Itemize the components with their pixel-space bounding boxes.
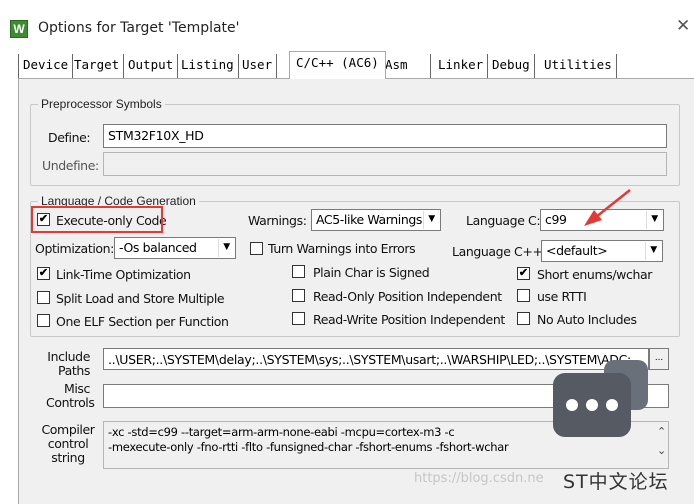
split-load-store-label: Split Load and Store Multiple: [56, 291, 225, 306]
red-arrow-annotation: [584, 189, 631, 226]
undefine-input[interactable]: [103, 152, 667, 176]
compiler-control-label: Compiler control string: [40, 423, 96, 465]
no-auto-includes-checkbox[interactable]: [517, 312, 530, 325]
chevron-down-icon[interactable]: ▼: [218, 239, 234, 257]
arrow-shaft: [595, 189, 631, 218]
warnings-value: AC5-like Warnings: [316, 212, 423, 227]
compiler-control-label-line3: string: [51, 450, 85, 465]
language-c-value: c99: [545, 212, 567, 227]
app-icon: W: [10, 20, 28, 38]
plain-char-signed-checkbox[interactable]: [292, 265, 305, 278]
chevron-down-icon[interactable]: ▼: [646, 211, 662, 229]
define-input[interactable]: STM32F10X_HD: [103, 124, 667, 148]
chat-dot: [586, 399, 598, 411]
include-paths-input[interactable]: ..\USER;..\SYSTEM\delay;..\SYSTEM\sys;..…: [103, 348, 649, 370]
include-paths-label: Include Paths: [46, 350, 90, 378]
tab-c-cpp-ac6[interactable]: C/C++ (AC6): [289, 51, 386, 79]
turn-warnings-errors-label: Turn Warnings into Errors: [268, 241, 416, 256]
ro-position-independent-label: Read-Only Position Independent: [313, 289, 502, 304]
optimization-label: Optimization:: [35, 241, 114, 256]
tab-utilities[interactable]: Utilities: [540, 54, 617, 78]
scroll-up-icon[interactable]: ⌃: [657, 425, 666, 438]
plain-char-signed-label: Plain Char is Signed: [313, 265, 430, 280]
misc-controls-label-line2: Controls: [46, 395, 95, 410]
tab-user[interactable]: User: [238, 54, 278, 78]
language-c-label: Language C:: [466, 213, 541, 228]
one-elf-section-label: One ELF Section per Function: [56, 314, 229, 329]
watermark-brand: ST中文论坛: [563, 471, 669, 493]
warnings-select[interactable]: AC5-like Warnings ▼: [311, 209, 441, 231]
split-load-store-checkbox[interactable]: [37, 291, 50, 304]
rw-position-independent-checkbox[interactable]: [292, 312, 305, 325]
tab-device[interactable]: Device: [18, 54, 74, 78]
compiler-control-line2: -mexecute-only -fno-rtti -flto -funsigne…: [108, 440, 509, 454]
watermark-url: https://blog.csdn.ne: [414, 471, 544, 486]
preprocessor-group-title: Preprocessor Symbols: [38, 97, 165, 111]
warnings-label: Warnings:: [248, 213, 307, 228]
rw-position-independent-label: Read-Write Position Independent: [313, 312, 505, 327]
language-cpp-value: <default>: [546, 243, 608, 258]
tab-output[interactable]: Output: [124, 54, 179, 78]
use-rtti-checkbox[interactable]: [517, 289, 530, 302]
optimization-select[interactable]: -Os balanced ▼: [114, 237, 236, 259]
no-auto-includes-label: No Auto Includes: [537, 312, 637, 327]
window-title: Options for Target 'Template': [38, 20, 240, 36]
include-paths-label-line2: Paths: [58, 363, 90, 378]
use-rtti-label: use RTTI: [537, 289, 587, 304]
chat-dot: [566, 399, 578, 411]
misc-controls-label-line1: Misc: [63, 381, 90, 396]
language-cpp-select[interactable]: <default> ▼: [541, 240, 663, 262]
close-icon[interactable]: ✕: [676, 16, 690, 36]
misc-controls-label: Misc Controls: [46, 381, 95, 410]
include-paths-label-line1: Include: [47, 349, 90, 364]
ro-position-independent-checkbox[interactable]: [292, 289, 305, 302]
tab-debug[interactable]: Debug: [488, 54, 535, 78]
short-enums-label: Short enums/wchar: [537, 267, 652, 282]
one-elf-section-checkbox[interactable]: [37, 314, 50, 327]
tab-asm[interactable]: Asm: [381, 54, 431, 78]
link-time-optimization-label: Link-Time Optimization: [56, 267, 191, 282]
chevron-down-icon[interactable]: ▼: [423, 211, 439, 229]
tab-target[interactable]: Target: [70, 54, 125, 78]
tab-linker[interactable]: Linker: [434, 54, 489, 78]
chevron-down-icon[interactable]: ▼: [645, 242, 661, 260]
language-cpp-label: Language C++:: [452, 244, 547, 259]
undefine-label: Undefine:: [42, 158, 99, 173]
watermark-chat-icon: [553, 373, 631, 437]
link-time-optimization-checkbox[interactable]: ✔: [37, 267, 50, 280]
highlight-box: [31, 206, 163, 233]
compiler-control-label-line2: control: [47, 436, 89, 451]
chat-dot: [606, 399, 618, 411]
compiler-control-label-line1: Compiler: [41, 422, 95, 437]
optimization-value: -Os balanced: [119, 240, 197, 255]
arrow-head: [584, 210, 602, 226]
short-enums-checkbox[interactable]: ✔: [517, 267, 530, 280]
include-paths-browse-button[interactable]: ...: [649, 348, 669, 370]
turn-warnings-errors-checkbox[interactable]: [250, 242, 263, 255]
tab-listing[interactable]: Listing: [177, 54, 239, 78]
define-label: Define:: [48, 130, 91, 145]
scroll-down-icon[interactable]: ⌄: [657, 444, 666, 457]
